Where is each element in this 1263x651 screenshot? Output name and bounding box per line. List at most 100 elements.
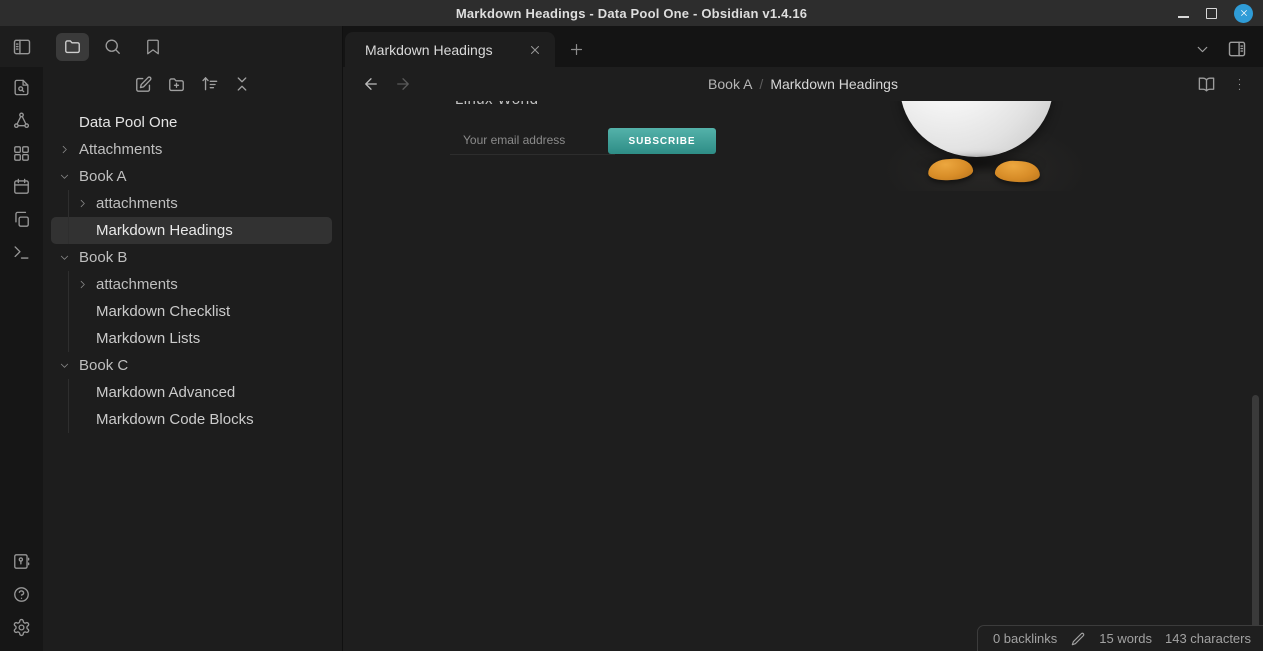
folder-label: Book C [79, 357, 128, 374]
new-folder-button[interactable] [165, 73, 187, 95]
book-open-icon[interactable] [1197, 75, 1216, 94]
file-markdown-advanced[interactable]: Markdown Advanced [43, 379, 342, 406]
note-content: Linux World SUBSCRIBE [343, 101, 1263, 651]
file-label: Markdown Lists [96, 330, 200, 347]
sort-order-button[interactable] [198, 73, 220, 95]
arrow-right-icon [394, 75, 412, 93]
chevron-right-icon [59, 144, 70, 155]
navigate-back-button[interactable] [360, 73, 382, 95]
file-markdown-lists[interactable]: Markdown Lists [43, 325, 342, 352]
view-actions [1197, 75, 1263, 94]
word-count: 15 words [1099, 631, 1152, 646]
folder-plus-icon [167, 75, 186, 94]
collapse-all-button[interactable] [231, 73, 253, 95]
plus-icon [568, 41, 585, 58]
clipped-heading: Linux World [455, 101, 538, 109]
folder-label: attachments [96, 276, 178, 293]
tab-bar: Markdown Headings [343, 26, 1263, 67]
panel-right-icon[interactable] [1227, 39, 1247, 59]
breadcrumb-parent[interactable]: Book A [708, 76, 752, 92]
layout-grid-icon [12, 144, 31, 163]
sort-asc-icon [200, 75, 219, 94]
vertical-scrollbar[interactable] [1252, 395, 1259, 632]
chevron-down-icon [59, 171, 70, 182]
folder-icon [63, 37, 82, 56]
chevrons-collapse-icon [233, 75, 251, 93]
file-markdown-code-blocks[interactable]: Markdown Code Blocks [43, 406, 342, 433]
close-icon [528, 43, 542, 57]
templates-button[interactable] [8, 205, 36, 233]
folder-book-b[interactable]: Book B [43, 244, 342, 271]
settings-button[interactable] [8, 613, 36, 641]
vault-switcher-button[interactable] [8, 547, 36, 575]
bookmark-icon [144, 38, 162, 56]
heading-text: Linux World [455, 101, 538, 108]
left-ribbon [0, 26, 43, 651]
canvas-button[interactable] [8, 139, 36, 167]
tux-penguin-image [900, 101, 1070, 196]
folder-attachments[interactable]: Attachments [43, 136, 342, 163]
chevron-right-icon [77, 198, 88, 209]
file-label: Markdown Headings [96, 222, 233, 239]
folder-label: Attachments [79, 141, 162, 158]
folder-book-a[interactable]: Book A [43, 163, 342, 190]
chevron-down-icon [59, 252, 70, 263]
graph-view-button[interactable] [8, 106, 36, 134]
folder-label: Book B [79, 249, 127, 266]
tab-title: Markdown Headings [365, 42, 493, 58]
file-label: Markdown Code Blocks [96, 411, 254, 428]
tab-bookmarks[interactable] [136, 33, 169, 61]
app-shell: Data Pool One Attachments Book A attachm… [0, 26, 1263, 651]
chevron-down-icon[interactable] [1194, 41, 1211, 58]
pencil-icon [1070, 631, 1086, 647]
breadcrumb-separator: / [759, 76, 763, 92]
close-button[interactable] [1234, 4, 1253, 23]
close-icon [1239, 8, 1249, 18]
maximize-button[interactable] [1206, 8, 1217, 19]
backlinks-count[interactable]: 0 backlinks [993, 631, 1057, 646]
edit-mode-indicator[interactable] [1070, 631, 1086, 647]
terminal-button[interactable] [8, 238, 36, 266]
folder-book-b-attachments[interactable]: attachments [43, 271, 342, 298]
character-count: 143 characters [1165, 631, 1251, 646]
toggle-left-sidebar-button[interactable] [8, 33, 36, 61]
titlebar: Markdown Headings - Data Pool One - Obsi… [0, 0, 1263, 26]
email-input[interactable] [450, 125, 615, 155]
sidebar-tab-strip [43, 26, 342, 67]
more-options-icon[interactable] [1231, 76, 1248, 93]
folder-book-a-attachments[interactable]: attachments [43, 190, 342, 217]
file-markdown-checklist[interactable]: Markdown Checklist [43, 298, 342, 325]
minimize-button[interactable] [1177, 7, 1189, 19]
tab-search[interactable] [96, 33, 129, 61]
quick-switcher-button[interactable] [8, 73, 36, 101]
folder-book-c[interactable]: Book C [43, 352, 342, 379]
new-tab-button[interactable] [563, 36, 589, 62]
file-tree: Data Pool One Attachments Book A attachm… [43, 101, 342, 433]
calendar-icon [12, 177, 31, 196]
copy-icon [12, 210, 31, 229]
graph-icon [12, 111, 31, 130]
nav-arrows [343, 73, 414, 95]
explorer-action-bar [43, 67, 342, 101]
search-icon [103, 37, 122, 56]
tab-file-explorer[interactable] [56, 33, 89, 61]
terminal-icon [12, 243, 31, 262]
tab-markdown-headings[interactable]: Markdown Headings [345, 32, 555, 67]
chevron-down-icon [59, 360, 70, 371]
file-markdown-headings[interactable]: Markdown Headings [51, 217, 332, 244]
navigate-forward-button[interactable] [392, 73, 414, 95]
help-button[interactable] [8, 580, 36, 608]
vault-name-label: Data Pool One [79, 114, 177, 131]
main-pane: Markdown Headings [343, 26, 1263, 651]
breadcrumb-current[interactable]: Markdown Headings [770, 76, 898, 92]
new-note-button[interactable] [132, 73, 154, 95]
file-explorer-sidebar: Data Pool One Attachments Book A attachm… [43, 26, 343, 651]
file-label: Markdown Advanced [96, 384, 235, 401]
help-circle-icon [12, 585, 31, 604]
chevron-right-icon [77, 279, 88, 290]
folder-label: Book A [79, 168, 127, 185]
daily-note-button[interactable] [8, 172, 36, 200]
window-controls [1177, 0, 1253, 26]
tab-close-button[interactable] [525, 40, 545, 60]
subscribe-button[interactable]: SUBSCRIBE [608, 128, 716, 154]
